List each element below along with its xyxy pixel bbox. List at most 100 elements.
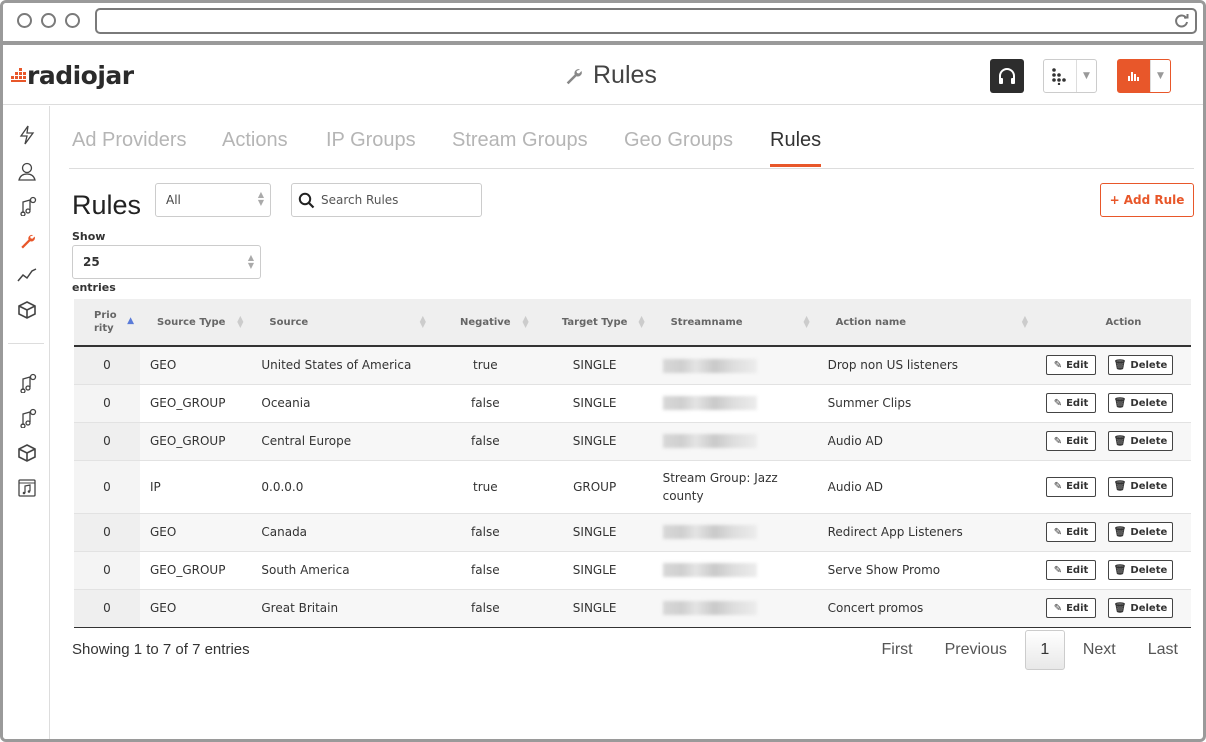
table-header-row: Prio rity ▲ Source Type ▲ ▼ Source ▲ ▼ Negati… — [74, 299, 1191, 347]
column-header-source-type[interactable]: Source Type ▲ ▼ — [140, 299, 252, 347]
trash-icon: 🗑 — [1113, 397, 1127, 409]
column-header-streamname[interactable]: Streamname ▲ ▼ — [652, 299, 818, 347]
player-button[interactable] — [990, 59, 1024, 93]
music-note-gear-icon — [20, 373, 37, 393]
cell-source-type: GEO_GROUP — [140, 384, 252, 423]
pagination-next[interactable]: Next — [1067, 641, 1132, 659]
column-header-action-name[interactable]: Action name ▲ ▼ — [817, 299, 1036, 347]
filter-select-value: All — [166, 193, 181, 207]
trend-line-icon — [17, 268, 37, 282]
cell-source-type: GEO — [140, 513, 252, 552]
edit-button[interactable]: ✎ Edit — [1046, 560, 1096, 580]
pencil-icon: ✎ — [1053, 526, 1063, 538]
delete-button[interactable]: 🗑 Delete — [1108, 355, 1173, 376]
table-row: 0 GEO Canada false SINGLE Redirect App L… — [74, 513, 1191, 552]
cell-action-name: Redirect App Listeners — [817, 513, 1036, 552]
cell-action-name: Summer Clips — [817, 384, 1036, 423]
cell-actions: ✎ Edit 🗑 Delete — [1035, 346, 1191, 385]
browser-window: radiojar Rules ▼ ▼ Ad Providers Actions … — [0, 0, 1206, 742]
pencil-icon: ✎ — [1053, 397, 1063, 409]
sidebar-item-dashboard[interactable] — [16, 124, 38, 146]
cell-action-name: Drop non US listeners — [817, 346, 1036, 385]
edit-button[interactable]: ✎ Edit — [1046, 598, 1096, 618]
window-close-button[interactable] — [17, 13, 32, 28]
sort-icon: ▲ ▼ — [803, 314, 810, 329]
tab-stream-groups[interactable]: Stream Groups — [452, 129, 588, 164]
sidebar-item-packages[interactable] — [16, 299, 38, 321]
edit-button[interactable]: ✎ Edit — [1046, 522, 1096, 542]
cell-actions: ✎ Edit 🗑 Delete — [1035, 384, 1191, 423]
reload-icon[interactable] — [1174, 13, 1190, 29]
window-minimize-button[interactable] — [41, 13, 56, 28]
sidebar-item-music[interactable] — [16, 195, 38, 217]
cell-streamname — [652, 346, 818, 385]
tab-ad-providers[interactable]: Ad Providers — [72, 129, 187, 164]
pagination-previous[interactable]: Previous — [929, 641, 1023, 659]
sidebar-item-profile[interactable] — [16, 160, 38, 182]
page-title: Rules — [593, 61, 657, 89]
sidebar-item-music-2[interactable] — [16, 372, 38, 394]
cell-streamname — [652, 589, 818, 628]
add-rule-button[interactable]: + Add Rule — [1100, 183, 1194, 217]
edit-button[interactable]: ✎ Edit — [1046, 476, 1096, 497]
column-header-priority[interactable]: Prio rity ▲ — [74, 299, 140, 347]
window-maximize-button[interactable] — [65, 13, 80, 28]
sidebar-item-rules[interactable] — [16, 230, 38, 252]
brand-logo[interactable]: radiojar — [11, 59, 134, 91]
address-bar[interactable] — [95, 8, 1197, 34]
cell-action-name: Serve Show Promo — [817, 551, 1036, 590]
sidebar-item-music-3[interactable] — [16, 407, 38, 429]
station-menu[interactable]: ▼ — [1043, 59, 1097, 93]
delete-button[interactable]: 🗑 Delete — [1108, 476, 1173, 497]
cell-negative: true — [433, 460, 537, 514]
pagination-page-1[interactable]: 1 — [1024, 630, 1065, 670]
search-box[interactable] — [291, 183, 482, 217]
station-button[interactable] — [1044, 60, 1076, 92]
cube-icon — [18, 444, 36, 462]
entries-select[interactable]: 25 ▲ ▼ — [72, 245, 261, 279]
plus-icon: + — [1109, 193, 1120, 207]
sidebar-item-packages-2[interactable] — [16, 442, 38, 464]
sidebar-item-stats[interactable] — [16, 264, 38, 286]
delete-button[interactable]: 🗑 Delete — [1108, 522, 1173, 542]
tab-rules[interactable]: Rules — [770, 129, 822, 167]
tab-actions[interactable]: Actions — [222, 129, 288, 164]
trash-icon: 🗑 — [1113, 481, 1127, 492]
cell-target-type: SINGLE — [536, 589, 653, 628]
cell-priority: 0 — [74, 460, 140, 514]
cell-target-type: SINGLE — [536, 513, 653, 552]
edit-button[interactable]: ✎ Edit — [1046, 393, 1096, 413]
column-header-target-type[interactable]: Target Type ▲ ▼ — [536, 299, 653, 347]
trash-icon: 🗑 — [1113, 526, 1127, 538]
edit-button[interactable]: ✎ Edit — [1046, 431, 1096, 451]
redacted-streamname — [662, 525, 757, 540]
redacted-streamname — [662, 601, 757, 616]
cell-negative: true — [433, 346, 537, 385]
app-header: radiojar Rules ▼ ▼ — [3, 49, 1203, 105]
rules-table: Prio rity ▲ Source Type ▲ ▼ Source ▲ ▼ Negati… — [74, 299, 1191, 628]
column-header-negative[interactable]: Negative ▲ ▼ — [433, 299, 537, 347]
tab-ip-groups[interactable]: IP Groups — [326, 129, 416, 164]
account-menu[interactable]: ▼ — [1117, 59, 1171, 93]
edit-button[interactable]: ✎ Edit — [1046, 355, 1096, 376]
sidebar-item-media[interactable] — [16, 477, 38, 499]
tab-geo-groups[interactable]: Geo Groups — [624, 129, 733, 164]
cell-source-type: GEO_GROUP — [140, 422, 252, 461]
column-header-source[interactable]: Source ▲ ▼ — [251, 299, 434, 347]
filter-select[interactable]: All ▲ ▼ — [155, 183, 271, 217]
pagination-first[interactable]: First — [865, 641, 928, 659]
chevron-down-icon[interactable]: ▼ — [1076, 60, 1096, 92]
chevron-down-icon[interactable]: ▼ — [1150, 60, 1170, 92]
account-button[interactable] — [1118, 60, 1150, 92]
column-header-action: Action — [1035, 299, 1191, 347]
delete-button[interactable]: 🗑 Delete — [1108, 560, 1173, 580]
search-input[interactable] — [321, 193, 471, 207]
entries-select-value: 25 — [83, 255, 100, 269]
cell-source: Central Europe — [251, 422, 434, 461]
pagination-last[interactable]: Last — [1132, 641, 1194, 659]
delete-button[interactable]: 🗑 Delete — [1108, 431, 1173, 451]
delete-button[interactable]: 🗑 Delete — [1108, 393, 1173, 413]
cell-action-name: Audio AD — [817, 460, 1036, 514]
delete-button[interactable]: 🗑 Delete — [1108, 598, 1173, 618]
table-row: 0 GEO_GROUP Oceania false SINGLE Summer … — [74, 384, 1191, 423]
